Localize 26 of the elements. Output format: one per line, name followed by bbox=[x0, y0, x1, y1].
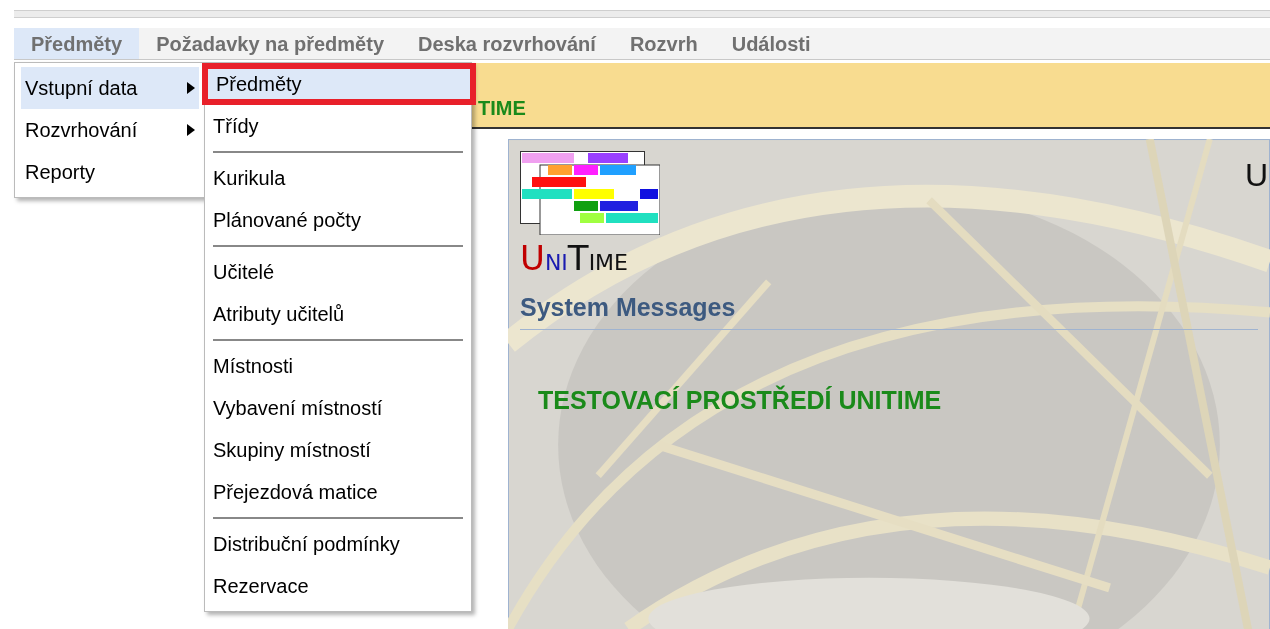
unitime-logo: U NITIME bbox=[520, 241, 629, 275]
banner-text: TIME bbox=[478, 96, 526, 121]
system-message: TESTOVACÍ PROSTŘEDÍ UNITIME bbox=[538, 385, 942, 414]
submenu-item[interactable]: Skupiny místností bbox=[205, 429, 471, 471]
menu-bar-item[interactable]: Předměty bbox=[14, 28, 140, 59]
submenu-item[interactable]: Učitelé bbox=[205, 251, 471, 293]
submenu-item[interactable]: Vybavení místností bbox=[205, 387, 471, 429]
header-text: U bbox=[1244, 156, 1268, 195]
submenu-item[interactable]: Místnosti bbox=[205, 345, 471, 387]
submenu-item[interactable]: Třídy bbox=[205, 105, 471, 147]
submenu-item[interactable]: Rezervace bbox=[205, 565, 471, 607]
menu-item[interactable]: Rozvrhování bbox=[21, 109, 199, 151]
menu-item[interactable]: Vstupní data bbox=[21, 67, 199, 109]
submenu-item[interactable]: Předměty bbox=[202, 63, 476, 105]
menu-item[interactable]: Reporty bbox=[21, 151, 199, 193]
submenu-item[interactable]: Plánované počty bbox=[205, 199, 471, 241]
section-title: System Messages bbox=[520, 293, 736, 321]
menu-bar-item[interactable]: Události bbox=[714, 28, 828, 59]
timetable-logo-icon bbox=[520, 151, 660, 235]
submenu-item[interactable]: Přejezdová matice bbox=[205, 471, 471, 513]
menu-bar-item[interactable]: Deska rozvrhování bbox=[401, 28, 613, 59]
submenu-item[interactable]: Kurikula bbox=[205, 157, 471, 199]
menu-bar-item[interactable]: Rozvrh bbox=[612, 28, 715, 59]
submenu-item[interactable]: Atributy učitelů bbox=[205, 293, 471, 335]
menu-bar-item[interactable]: Požadavky na předměty bbox=[139, 28, 402, 59]
submenu-item[interactable]: Distribuční podmínky bbox=[205, 523, 471, 565]
